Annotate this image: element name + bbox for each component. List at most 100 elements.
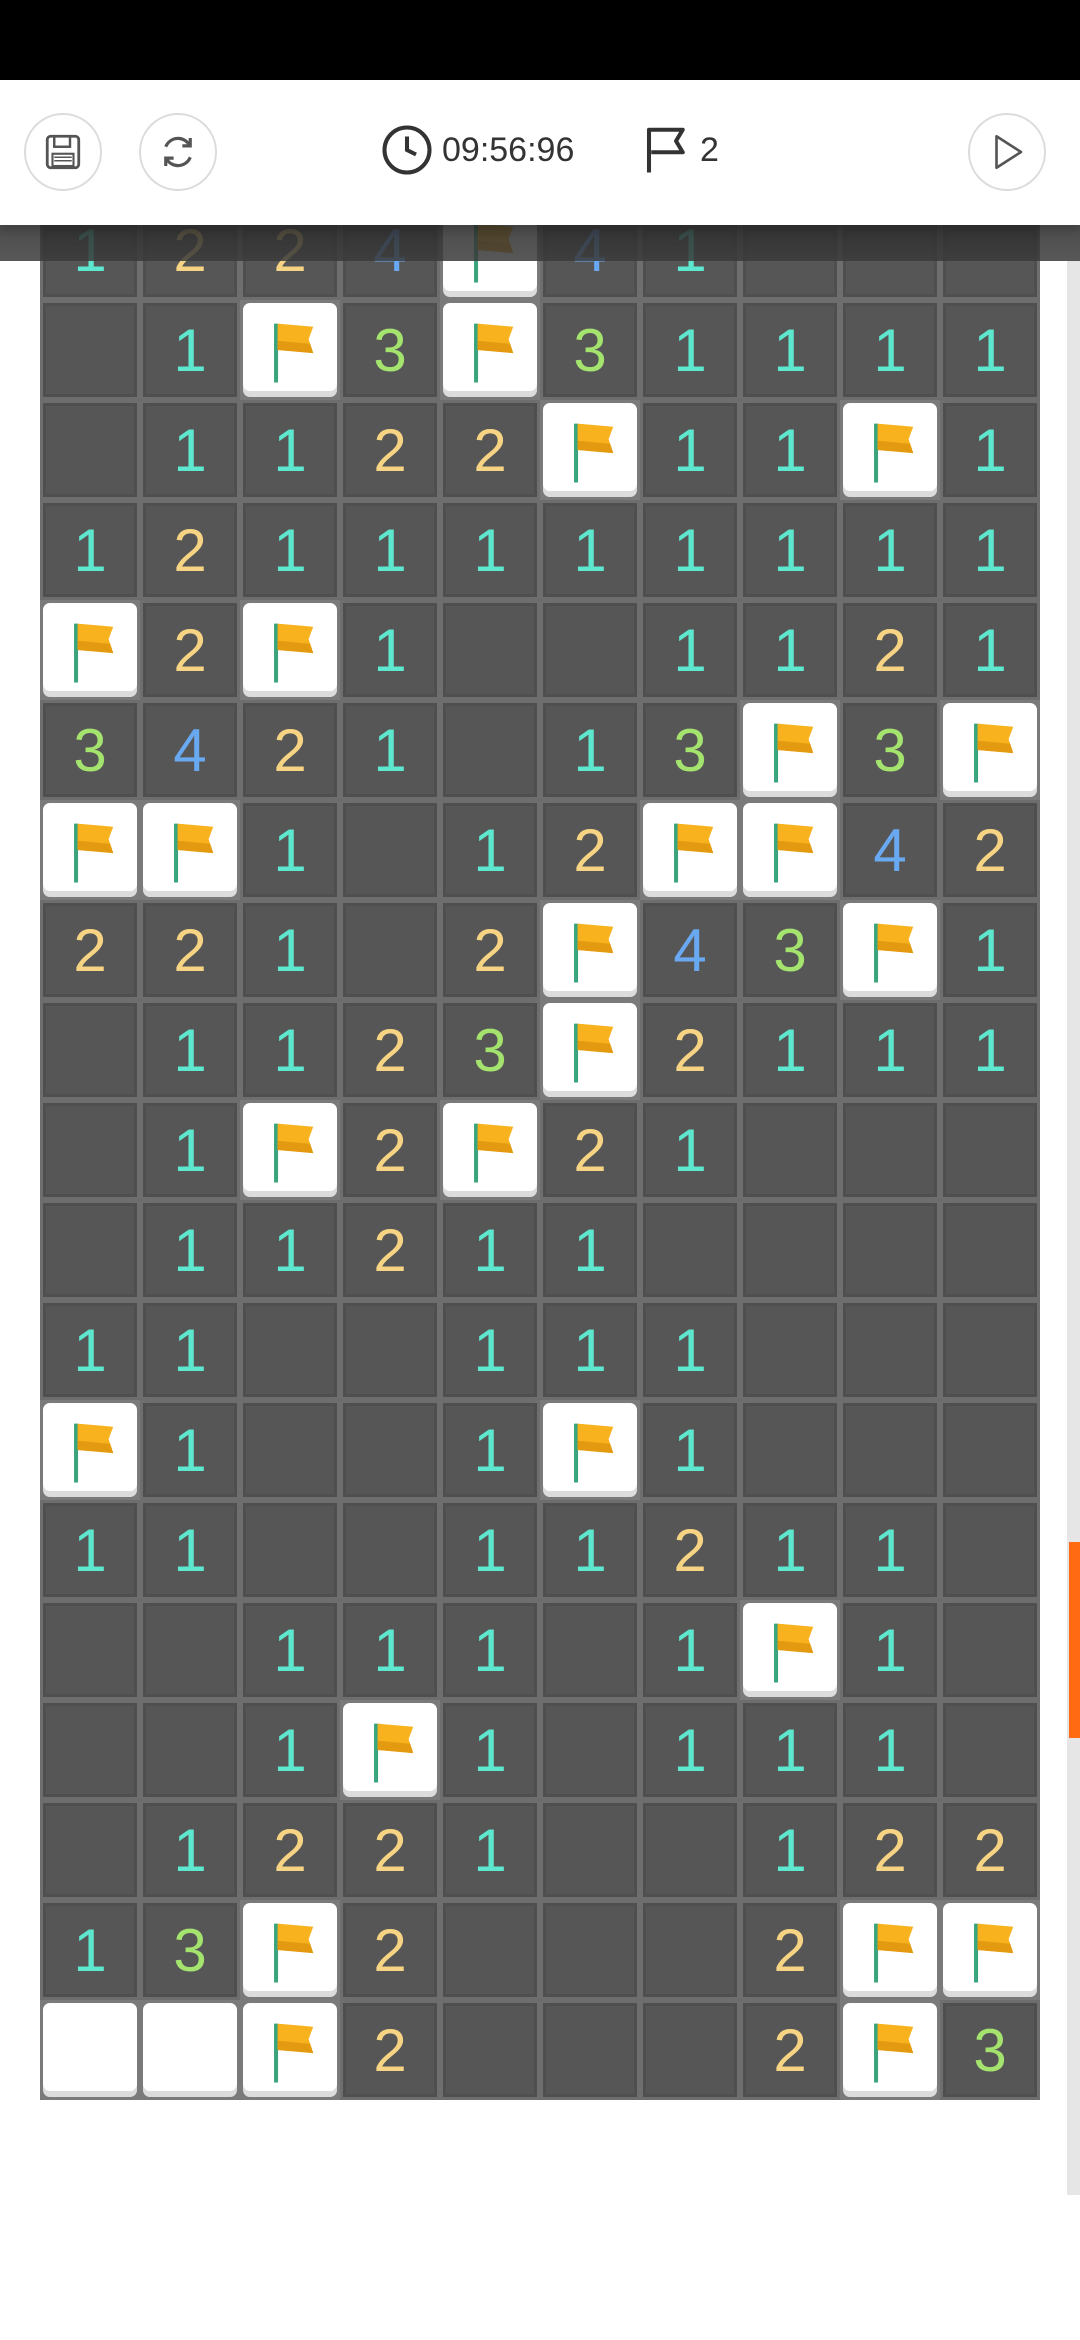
number-cell[interactable]: 2: [140, 600, 240, 700]
number-cell[interactable]: 2: [140, 500, 240, 600]
flagged-cell[interactable]: [240, 300, 340, 400]
empty-cell[interactable]: [740, 1200, 840, 1300]
unrevealed-cell[interactable]: [40, 2000, 140, 2100]
empty-cell[interactable]: [240, 1400, 340, 1500]
number-cell[interactable]: 1: [640, 1400, 740, 1500]
restart-button[interactable]: [139, 113, 217, 191]
number-cell[interactable]: 2: [640, 1500, 740, 1600]
number-cell[interactable]: 1: [940, 400, 1040, 500]
number-cell[interactable]: 1: [340, 700, 440, 800]
empty-cell[interactable]: [740, 1100, 840, 1200]
empty-cell[interactable]: [940, 1100, 1040, 1200]
number-cell[interactable]: 2: [140, 900, 240, 1000]
empty-cell[interactable]: [440, 700, 540, 800]
number-cell[interactable]: 1: [140, 400, 240, 500]
number-cell[interactable]: 2: [340, 1100, 440, 1200]
empty-cell[interactable]: [540, 1600, 640, 1700]
number-cell[interactable]: 1: [840, 1000, 940, 1100]
number-cell[interactable]: 1: [640, 1600, 740, 1700]
number-cell[interactable]: 1: [740, 600, 840, 700]
number-cell[interactable]: 1: [40, 500, 140, 600]
number-cell[interactable]: 2: [340, 1000, 440, 1100]
number-cell[interactable]: 2: [940, 800, 1040, 900]
number-cell[interactable]: 1: [140, 1200, 240, 1300]
number-cell[interactable]: 1: [440, 1800, 540, 1900]
empty-cell[interactable]: [640, 2000, 740, 2100]
flagged-cell[interactable]: [440, 1100, 540, 1200]
scrollbar-thumb[interactable]: [1069, 1542, 1080, 1738]
number-cell[interactable]: 2: [540, 1100, 640, 1200]
number-cell[interactable]: 2: [840, 600, 940, 700]
flagged-cell[interactable]: [440, 300, 540, 400]
number-cell[interactable]: 2: [340, 400, 440, 500]
number-cell[interactable]: 2: [940, 1800, 1040, 1900]
flagged-cell[interactable]: [340, 1700, 440, 1800]
empty-cell[interactable]: [440, 1900, 540, 2000]
number-cell[interactable]: 3: [540, 300, 640, 400]
empty-cell[interactable]: [440, 600, 540, 700]
number-cell[interactable]: 1: [540, 1500, 640, 1600]
number-cell[interactable]: 1: [840, 1500, 940, 1600]
number-cell[interactable]: 1: [840, 1700, 940, 1800]
number-cell[interactable]: 2: [240, 700, 340, 800]
number-cell[interactable]: 2: [340, 2000, 440, 2100]
number-cell[interactable]: 1: [340, 1600, 440, 1700]
number-cell[interactable]: 1: [640, 500, 740, 600]
number-cell[interactable]: 1: [940, 300, 1040, 400]
empty-cell[interactable]: [740, 1400, 840, 1500]
save-button[interactable]: [24, 113, 102, 191]
number-cell[interactable]: 1: [740, 500, 840, 600]
number-cell[interactable]: 1: [440, 1600, 540, 1700]
empty-cell[interactable]: [40, 1100, 140, 1200]
empty-cell[interactable]: [340, 1400, 440, 1500]
flagged-cell[interactable]: [640, 800, 740, 900]
empty-cell[interactable]: [540, 2000, 640, 2100]
empty-cell[interactable]: [840, 1400, 940, 1500]
number-cell[interactable]: 2: [540, 800, 640, 900]
number-cell[interactable]: 1: [740, 300, 840, 400]
number-cell[interactable]: 1: [140, 1100, 240, 1200]
number-cell[interactable]: 1: [240, 500, 340, 600]
number-cell[interactable]: 2: [740, 2000, 840, 2100]
number-cell[interactable]: 2: [340, 1200, 440, 1300]
number-cell[interactable]: 1: [440, 500, 540, 600]
number-cell[interactable]: 1: [240, 1600, 340, 1700]
flagged-cell[interactable]: [40, 1400, 140, 1500]
empty-cell[interactable]: [40, 1000, 140, 1100]
empty-cell[interactable]: [940, 1500, 1040, 1600]
empty-cell[interactable]: [40, 1800, 140, 1900]
empty-cell[interactable]: [540, 1900, 640, 2000]
number-cell[interactable]: 3: [340, 300, 440, 400]
flagged-cell[interactable]: [840, 900, 940, 1000]
number-cell[interactable]: 1: [640, 1100, 740, 1200]
number-cell[interactable]: 1: [740, 1800, 840, 1900]
number-cell[interactable]: 1: [140, 1400, 240, 1500]
empty-cell[interactable]: [240, 1300, 340, 1400]
number-cell[interactable]: 1: [140, 1300, 240, 1400]
number-cell[interactable]: 1: [640, 1700, 740, 1800]
number-cell[interactable]: 1: [540, 700, 640, 800]
empty-cell[interactable]: [340, 800, 440, 900]
play-button[interactable]: [968, 113, 1046, 191]
number-cell[interactable]: 1: [40, 1500, 140, 1600]
number-cell[interactable]: 1: [540, 1200, 640, 1300]
number-cell[interactable]: 1: [840, 1600, 940, 1700]
number-cell[interactable]: 1: [240, 800, 340, 900]
number-cell[interactable]: 1: [940, 1000, 1040, 1100]
number-cell[interactable]: 1: [140, 1500, 240, 1600]
empty-cell[interactable]: [540, 1800, 640, 1900]
number-cell[interactable]: 4: [640, 900, 740, 1000]
empty-cell[interactable]: [140, 1700, 240, 1800]
number-cell[interactable]: 3: [440, 1000, 540, 1100]
number-cell[interactable]: 4: [140, 700, 240, 800]
number-cell[interactable]: 1: [440, 800, 540, 900]
flagged-cell[interactable]: [240, 1100, 340, 1200]
number-cell[interactable]: 1: [440, 1500, 540, 1600]
empty-cell[interactable]: [940, 1400, 1040, 1500]
flagged-cell[interactable]: [840, 2000, 940, 2100]
number-cell[interactable]: 1: [240, 400, 340, 500]
number-cell[interactable]: 3: [840, 700, 940, 800]
flagged-cell[interactable]: [140, 800, 240, 900]
scrollbar-track[interactable]: [1067, 260, 1080, 2195]
number-cell[interactable]: 1: [340, 600, 440, 700]
